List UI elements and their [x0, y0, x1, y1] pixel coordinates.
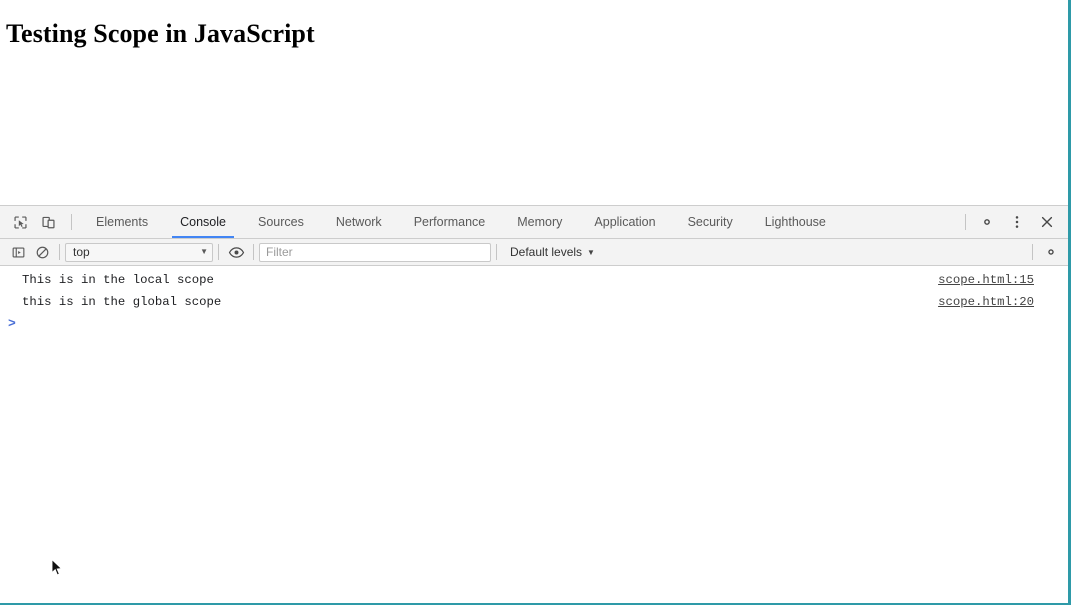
chevron-down-icon: ▼	[587, 247, 595, 257]
console-prompt[interactable]: >	[0, 313, 1068, 335]
close-devtools-icon[interactable]	[1032, 206, 1062, 238]
tab-network[interactable]: Network	[320, 206, 398, 238]
chevron-down-icon: ▼	[200, 247, 208, 256]
console-message-row[interactable]: this is in the global scope scope.html:2…	[0, 291, 1068, 313]
tab-elements[interactable]: Elements	[80, 206, 164, 238]
tab-label: Console	[180, 215, 226, 229]
mouse-cursor	[51, 559, 63, 577]
toolbar-divider	[1032, 244, 1033, 260]
device-toolbar-icon[interactable]	[34, 206, 62, 238]
tab-performance[interactable]: Performance	[398, 206, 502, 238]
toolbar-divider	[496, 244, 497, 260]
console-message-row[interactable]: This is in the local scope scope.html:15	[0, 269, 1068, 291]
devtools-tab-actions	[959, 206, 1068, 238]
console-message-text: This is in the local scope	[22, 273, 214, 287]
log-levels-dropdown[interactable]: Default levels ▼	[502, 245, 603, 259]
tab-lighthouse[interactable]: Lighthouse	[749, 206, 842, 238]
toolbar-divider	[71, 214, 72, 230]
clear-console-icon[interactable]	[30, 241, 54, 263]
inspect-element-icon[interactable]	[6, 206, 34, 238]
console-message-source-link[interactable]: scope.html:20	[938, 292, 1062, 312]
tab-application[interactable]: Application	[578, 206, 671, 238]
tab-security[interactable]: Security	[672, 206, 749, 238]
page-title: Testing Scope in JavaScript	[6, 19, 315, 48]
tab-console[interactable]: Console	[164, 206, 242, 238]
filter-input[interactable]	[259, 242, 491, 262]
console-toolbar: top ▼ Default levels ▼	[0, 239, 1068, 266]
execution-context-value: top	[73, 245, 90, 259]
console-settings-icon[interactable]	[1038, 241, 1064, 263]
devtools-tab-bar: Elements Console Sources Network Perform…	[0, 206, 1068, 239]
log-levels-value: Default levels	[510, 245, 583, 259]
tab-label: Performance	[413, 215, 486, 229]
devtools-tabs: Elements Console Sources Network Perform…	[80, 206, 959, 238]
more-options-icon[interactable]	[1002, 206, 1032, 238]
toolbar-divider	[253, 244, 254, 260]
tab-label: Memory	[517, 215, 563, 229]
console-message-source-link[interactable]: scope.html:15	[938, 270, 1062, 290]
eye-icon[interactable]	[224, 241, 248, 263]
tab-sources[interactable]: Sources	[242, 206, 320, 238]
tab-label: Sources	[257, 215, 304, 229]
execution-context-dropdown[interactable]: top ▼	[65, 242, 213, 262]
prompt-caret-icon: >	[8, 316, 16, 331]
tab-label: Lighthouse	[764, 215, 826, 229]
toolbar-divider	[218, 244, 219, 260]
tab-label: Elements	[96, 215, 149, 229]
devtools-panel: Elements Console Sources Network Perform…	[0, 205, 1068, 603]
toolbar-divider	[965, 214, 966, 230]
console-message-text: this is in the global scope	[22, 295, 222, 309]
tab-memory[interactable]: Memory	[501, 206, 578, 238]
tab-label: Security	[687, 215, 733, 229]
console-output[interactable]: This is in the local scope scope.html:15…	[0, 266, 1068, 603]
browser-viewport: Testing Scope in JavaScript Elements Con…	[0, 0, 1071, 605]
web-page-content: Testing Scope in JavaScript	[0, 0, 1068, 205]
console-sidebar-icon[interactable]	[6, 241, 30, 263]
tab-label: Network	[335, 215, 382, 229]
tab-label: Application	[594, 215, 656, 229]
toolbar-divider	[59, 244, 60, 260]
settings-gear-icon[interactable]	[972, 206, 1002, 238]
